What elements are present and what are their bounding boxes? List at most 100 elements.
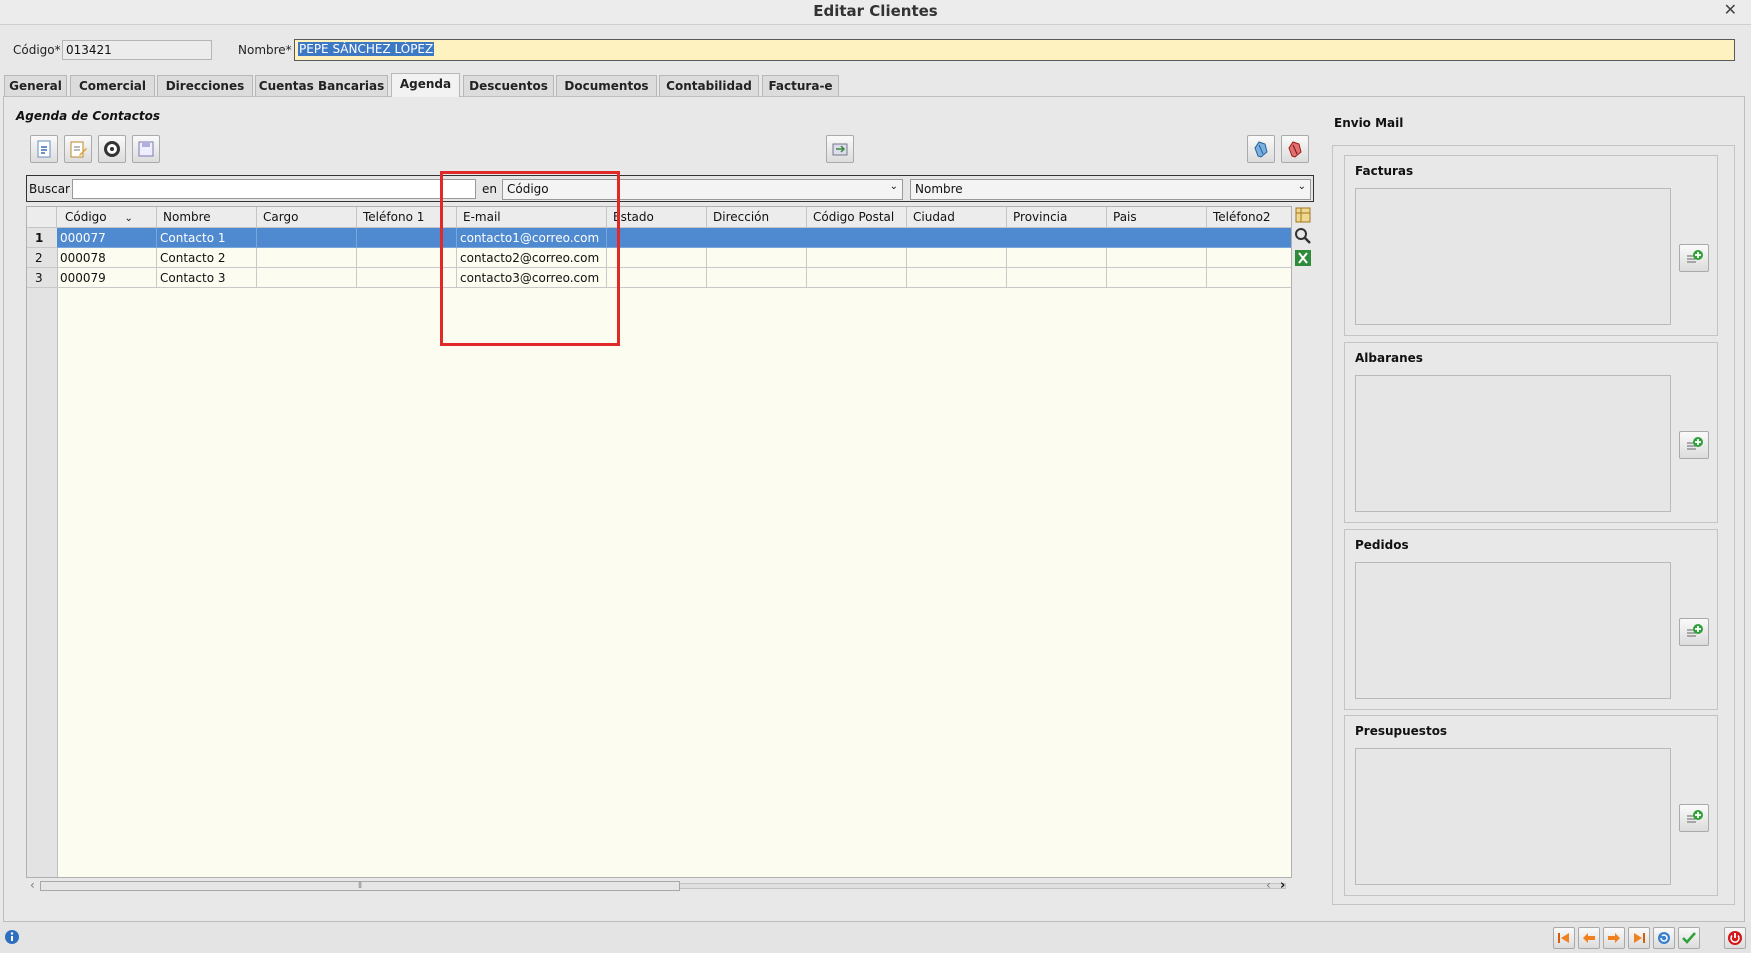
cell-pais[interactable] — [1107, 248, 1207, 268]
info-icon[interactable] — [4, 929, 20, 945]
close-icon[interactable]: ✕ — [1724, 0, 1737, 19]
col-header-cargo[interactable]: Cargo — [257, 207, 357, 228]
tab-documentos[interactable]: Documentos — [556, 75, 657, 96]
cell-cargo[interactable] — [257, 248, 357, 268]
save-button[interactable] — [132, 135, 160, 163]
contacts-grid[interactable]: Código ⌄ Nombre Cargo Teléfono 1 E-mail … — [26, 206, 1292, 878]
cell-nombre[interactable]: Contacto 1 — [157, 228, 257, 248]
cell-codigo[interactable]: 000077 — [57, 228, 157, 248]
contacts-button[interactable] — [98, 135, 126, 163]
cell-nombre[interactable]: Contacto 3 — [157, 268, 257, 288]
cell-estado[interactable] — [607, 248, 707, 268]
pedidos-add-button[interactable] — [1679, 618, 1709, 646]
cell-provincia[interactable] — [1007, 248, 1107, 268]
horizontal-scrollbar[interactable]: ‹ ⦀ ‹ › — [26, 878, 1292, 894]
codigo-field[interactable]: 013421 — [62, 40, 212, 60]
search-input[interactable] — [72, 179, 476, 199]
pedidos-group: Pedidos — [1344, 529, 1718, 710]
albaranes-list[interactable] — [1355, 375, 1671, 512]
tab-agenda[interactable]: Agenda — [391, 73, 460, 97]
attach-blue-button[interactable] — [1247, 135, 1275, 163]
cell-pais[interactable] — [1107, 268, 1207, 288]
tab-descuentos[interactable]: Descuentos — [463, 75, 554, 96]
cell-provincia[interactable] — [1007, 268, 1107, 288]
scroll-right-icon[interactable]: › — [1280, 878, 1285, 893]
col-header-provincia[interactable]: Provincia — [1007, 207, 1107, 228]
refresh-button[interactable] — [1653, 927, 1675, 949]
status-bar — [0, 922, 1751, 953]
cell-telefono2[interactable] — [1207, 268, 1291, 288]
scroll-left-icon[interactable]: ‹ — [30, 878, 35, 892]
tab-contabilidad[interactable]: Contabilidad — [659, 75, 759, 96]
add-icon — [1687, 250, 1703, 263]
pedidos-list[interactable] — [1355, 562, 1671, 699]
exit-button[interactable] — [1724, 927, 1746, 949]
col-header-estado[interactable]: Estado — [607, 207, 707, 228]
cell-direccion[interactable] — [707, 268, 807, 288]
col-header-label: Código — [65, 210, 107, 224]
cell-cargo[interactable] — [257, 228, 357, 248]
add-icon — [1687, 437, 1703, 450]
nombre-value: PEPE SÁNCHEZ LÓPEZ — [298, 42, 435, 56]
attach-red-button[interactable] — [1281, 135, 1309, 163]
search-icon[interactable] — [1294, 227, 1312, 245]
first-record-button[interactable] — [1553, 927, 1575, 949]
cell-cargo[interactable] — [257, 268, 357, 288]
power-icon — [1728, 931, 1742, 945]
tab-comercial[interactable]: Comercial — [70, 75, 155, 96]
cell-codigo[interactable]: 000078 — [57, 248, 157, 268]
col-header-codigo[interactable]: Código ⌄ — [57, 207, 157, 228]
edit-record-button[interactable] — [64, 135, 92, 163]
cell-direccion[interactable] — [707, 248, 807, 268]
tab-direcciones[interactable]: Direcciones — [157, 75, 253, 96]
last-record-button[interactable] — [1628, 927, 1650, 949]
contacts-icon — [104, 141, 120, 157]
previous-record-button[interactable] — [1578, 927, 1600, 949]
order-select[interactable]: Nombre ⌄ — [910, 179, 1311, 200]
row-number[interactable]: 3 — [27, 268, 57, 288]
tab-general[interactable]: General — [4, 75, 67, 96]
import-button[interactable] — [826, 135, 854, 163]
col-header-telefono2[interactable]: Teléfono2 — [1207, 207, 1291, 228]
excel-export-icon[interactable] — [1294, 249, 1312, 267]
first-arrow-icon — [1558, 933, 1569, 943]
section-title: Agenda de Contactos — [16, 109, 160, 123]
albaranes-group: Albaranes — [1344, 342, 1718, 523]
cell-codigo-postal[interactable] — [807, 268, 907, 288]
new-record-button[interactable] — [30, 135, 58, 163]
facturas-add-button[interactable] — [1679, 244, 1709, 272]
presupuestos-group: Presupuestos — [1344, 715, 1718, 896]
column-config-icon[interactable] — [1294, 206, 1312, 224]
albaranes-add-button[interactable] — [1679, 431, 1709, 459]
cell-telefono2[interactable] — [1207, 248, 1291, 268]
next-record-button[interactable] — [1603, 927, 1625, 949]
col-header-direccion[interactable]: Dirección — [707, 207, 807, 228]
scroll-left-icon[interactable]: ‹ — [1266, 878, 1271, 892]
albaranes-title: Albaranes — [1355, 351, 1423, 365]
col-header-ciudad[interactable]: Ciudad — [907, 207, 1007, 228]
chevron-down-icon: ⌄ — [889, 181, 898, 192]
scroll-thumb[interactable]: ⦀ — [40, 881, 680, 891]
add-icon — [1687, 810, 1703, 823]
nombre-field[interactable]: PEPE SÁNCHEZ LÓPEZ — [294, 39, 1735, 61]
cell-codigo-postal[interactable] — [807, 248, 907, 268]
cell-codigo[interactable]: 000079 — [57, 268, 157, 288]
col-header-pais[interactable]: Pais — [1107, 207, 1207, 228]
tab-factura-e[interactable]: Factura-e — [762, 75, 839, 96]
row-number[interactable]: 2 — [27, 248, 57, 268]
cell-ciudad[interactable] — [907, 248, 1007, 268]
row-number[interactable]: 1 — [27, 228, 57, 248]
facturas-list[interactable] — [1355, 188, 1671, 325]
col-header-codigo-postal[interactable]: Código Postal — [807, 207, 907, 228]
facturas-title: Facturas — [1355, 164, 1414, 178]
presupuestos-list[interactable] — [1355, 748, 1671, 885]
cell-nombre[interactable]: Contacto 2 — [157, 248, 257, 268]
presupuestos-add-button[interactable] — [1679, 804, 1709, 832]
cell-ciudad[interactable] — [907, 268, 1007, 288]
cell-estado[interactable] — [607, 268, 707, 288]
save-icon — [138, 141, 154, 157]
cell-rest[interactable] — [607, 228, 1291, 248]
tab-cuentas-bancarias[interactable]: Cuentas Bancarias — [255, 75, 388, 96]
accept-button[interactable] — [1678, 927, 1700, 949]
col-header-nombre[interactable]: Nombre — [157, 207, 257, 228]
